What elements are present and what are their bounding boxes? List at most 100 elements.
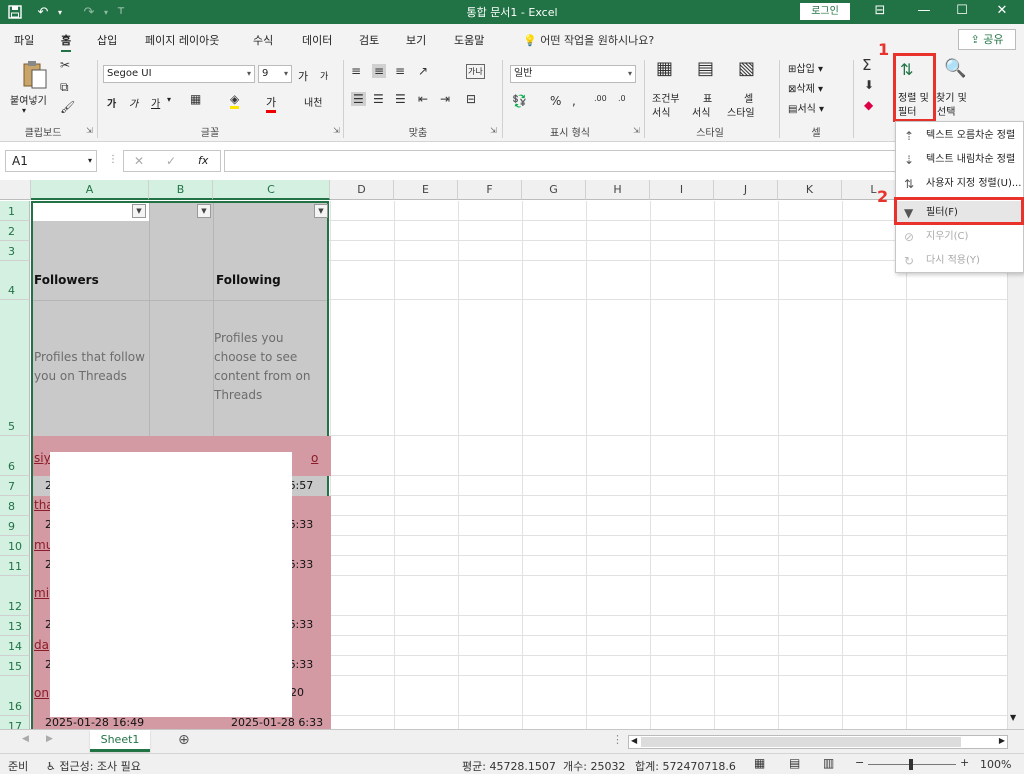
bold-button[interactable]: 가 (107, 95, 116, 110)
column-header-k[interactable]: K (778, 180, 842, 200)
align-middle-icon[interactable]: ≡ (372, 64, 387, 78)
increase-decimal-icon[interactable]: .00 (594, 94, 607, 103)
next-sheet-icon[interactable]: ▶ (46, 734, 53, 744)
zoom-out-icon[interactable]: − (855, 756, 864, 769)
font-name-combo[interactable]: Segoe UI ▾ (103, 65, 255, 83)
maximize-icon[interactable]: ☐ (944, 0, 980, 24)
cell-styles-label-1[interactable]: 셀 (744, 90, 753, 105)
column-header-j[interactable]: J (714, 180, 778, 200)
insert-cells-button[interactable]: ⊞삽입 ▾ (788, 60, 823, 75)
prev-sheet-icon[interactable]: ◀ (22, 734, 29, 744)
name-box[interactable]: A1 ▾ (5, 150, 97, 172)
sort-descending-item[interactable]: ⇣ 텍스트 내림차순 정렬 (896, 148, 1024, 172)
accounting-format-icon[interactable]: 💱 (512, 94, 527, 108)
find-select-label-1[interactable]: 찾기 및 (936, 89, 967, 104)
comma-style-icon[interactable]: , (572, 94, 576, 108)
format-as-table-label-2[interactable]: 서식 (692, 104, 710, 119)
normal-view-icon[interactable]: ▦ (754, 756, 765, 770)
row-header[interactable]: 6 (0, 436, 30, 476)
grow-font-button[interactable]: 가 (298, 68, 308, 84)
row-header[interactable]: 5 (0, 300, 30, 436)
cell-styles-label-2[interactable]: 스타일 (727, 104, 755, 119)
percent-icon[interactable]: % (550, 94, 561, 108)
number-format-combo[interactable]: 일반 ▾ (510, 65, 636, 83)
format-painter-icon[interactable]: 🖌 (60, 100, 75, 114)
cell-a14[interactable]: da (34, 638, 49, 652)
font-launcher-icon[interactable]: ⇲ (333, 126, 340, 135)
share-button[interactable]: ⇪ 공유 (958, 29, 1016, 50)
tab-page-layout[interactable]: 페이지 레이아웃 (145, 32, 219, 48)
phonetic-button[interactable]: 내천 (304, 94, 322, 109)
copy-icon[interactable]: ⧉ (60, 80, 69, 95)
row-header[interactable]: 8 (0, 496, 30, 516)
fill-color-icon[interactable]: ◈ (230, 92, 240, 109)
scroll-down-icon[interactable]: ▼ (1010, 713, 1016, 722)
align-right-icon[interactable]: ☰ (395, 92, 406, 106)
zoom-in-icon[interactable]: + (960, 756, 969, 769)
underline-dropdown-icon[interactable]: ▾ (167, 95, 171, 104)
column-header-c[interactable]: C (213, 180, 330, 200)
conditional-formatting-label-2[interactable]: 서식 (652, 104, 670, 119)
alignment-launcher-icon[interactable]: ⇲ (490, 126, 497, 135)
conditional-formatting-icon[interactable]: ▦ (656, 58, 673, 79)
merge-center-icon[interactable]: ⊟ (466, 92, 476, 106)
row-header[interactable]: 10 (0, 536, 30, 556)
format-as-table-label-1[interactable]: 표 (703, 90, 712, 105)
row-header[interactable]: 17 (0, 716, 30, 729)
login-button[interactable]: 로그인 (800, 3, 850, 20)
column-header-a[interactable]: A (31, 180, 149, 200)
tab-help[interactable]: 도움말 (454, 32, 484, 48)
row-header[interactable]: 7 (0, 476, 30, 496)
filter-dropdown-c1[interactable]: ▼ (314, 204, 328, 218)
add-sheet-icon[interactable]: ⊕ (178, 732, 190, 748)
row-header[interactable]: 12 (0, 576, 30, 616)
cell-c6-tail[interactable]: o (311, 451, 318, 465)
row-header[interactable]: 16 (0, 676, 30, 716)
autosum-icon[interactable]: Σ (862, 56, 871, 74)
sheet-tab-sheet1[interactable]: Sheet1 (90, 730, 150, 752)
delete-cells-button[interactable]: ⊠삭제 ▾ (788, 80, 823, 95)
find-select-icon[interactable]: 🔍 (944, 58, 966, 79)
column-header-d[interactable]: D (330, 180, 394, 200)
shrink-font-button[interactable]: 가 (320, 69, 328, 82)
align-top-icon[interactable]: ≡ (351, 64, 361, 78)
column-header-b[interactable]: B (149, 180, 213, 200)
select-all-corner[interactable] (0, 180, 31, 200)
zoom-slider-thumb[interactable] (909, 759, 913, 770)
tab-file[interactable]: 파일 (14, 32, 34, 48)
cell-styles-icon[interactable]: ▧ (738, 58, 755, 79)
align-left-icon[interactable]: ☰ (351, 92, 366, 106)
horizontal-scroll-thumb[interactable] (641, 737, 961, 747)
paste-dropdown-icon[interactable]: ▾ (22, 106, 26, 115)
clipboard-launcher-icon[interactable]: ⇲ (86, 126, 93, 135)
font-size-combo[interactable]: 9 ▾ (258, 65, 292, 83)
row-header[interactable]: 1 (0, 201, 30, 221)
format-as-table-icon[interactable]: ▤ (697, 58, 714, 79)
align-center-icon[interactable]: ☰ (373, 92, 384, 106)
paste-icon[interactable] (20, 60, 50, 90)
page-break-view-icon[interactable]: ▥ (823, 756, 834, 770)
number-launcher-icon[interactable]: ⇲ (633, 126, 640, 135)
conditional-formatting-label-1[interactable]: 조건부 (652, 90, 680, 105)
tell-me-search[interactable]: 💡 어떤 작업을 원하시나요? (523, 32, 654, 48)
sort-ascending-item[interactable]: ⇡ 텍스트 오름차순 정렬 (896, 124, 1024, 148)
column-header-h[interactable]: H (586, 180, 650, 200)
font-color-button[interactable]: 가 (266, 94, 277, 113)
tab-home[interactable]: 홈 (61, 32, 72, 52)
custom-sort-item[interactable]: ⇅ 사용자 지정 정렬(U)... (896, 172, 1024, 196)
cut-icon[interactable]: ✂ (60, 58, 70, 72)
orientation-icon[interactable]: ↗ (418, 64, 428, 78)
column-header-f[interactable]: F (458, 180, 522, 200)
increase-indent-icon[interactable]: ⇥ (440, 92, 450, 106)
insert-function-button[interactable]: fx (198, 154, 208, 167)
row-header[interactable]: 3 (0, 241, 30, 261)
row-header[interactable]: 14 (0, 636, 30, 656)
scroll-right-icon[interactable]: ▶ (999, 736, 1005, 745)
ribbon-display-options-icon[interactable]: ⊟ (862, 0, 898, 24)
fill-icon[interactable]: ⬇ (864, 78, 874, 92)
align-bottom-icon[interactable]: ≡ (395, 64, 405, 78)
paste-button-label[interactable]: 붙여넣기 (10, 92, 47, 107)
row-header[interactable]: 4 (0, 261, 30, 300)
tab-review[interactable]: 검토 (359, 32, 379, 48)
tab-formulas[interactable]: 수식 (253, 32, 273, 48)
